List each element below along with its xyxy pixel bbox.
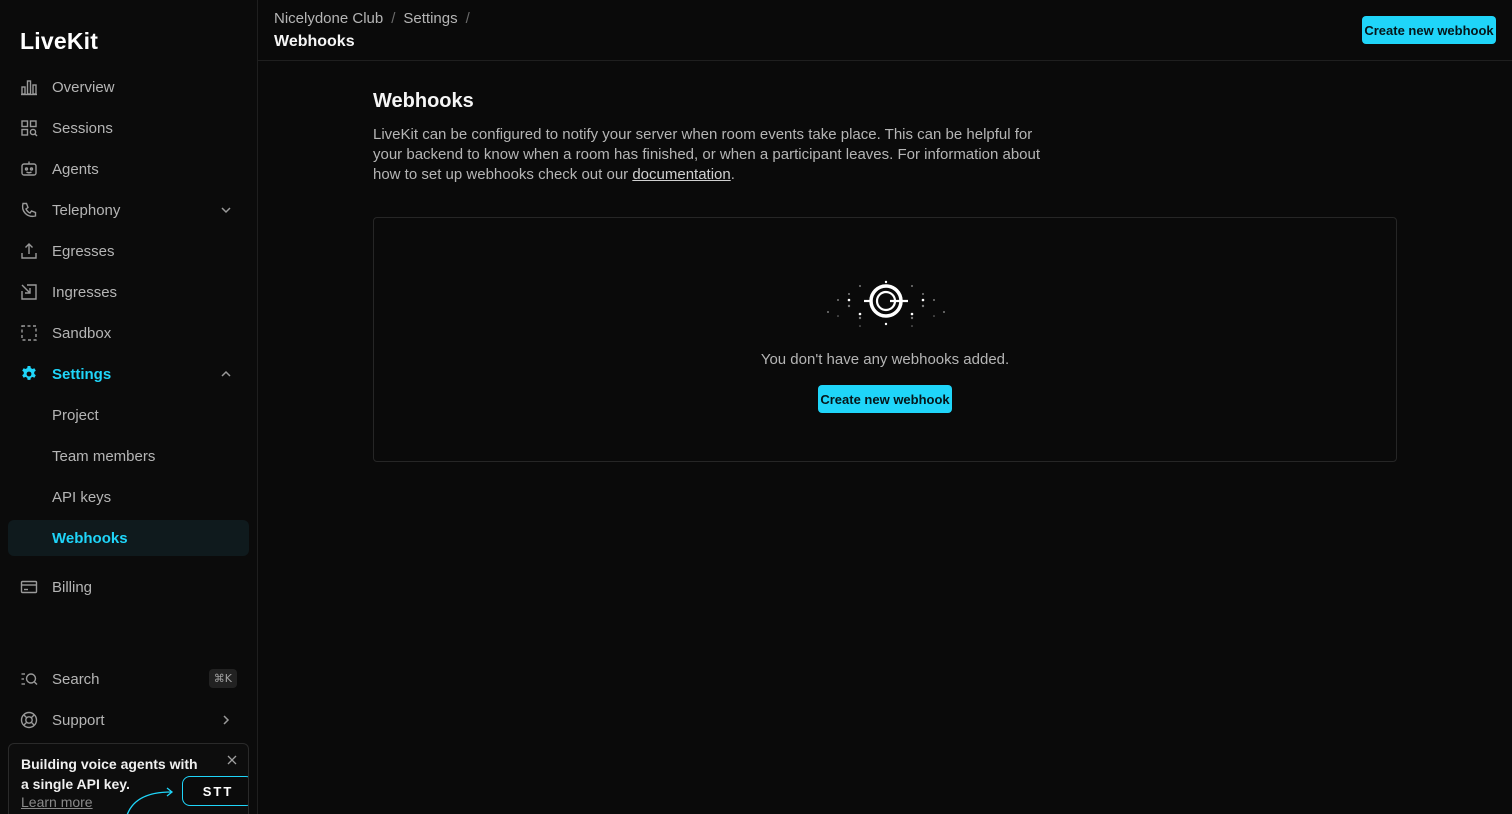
chevron-down-icon[interactable] bbox=[219, 203, 233, 217]
sidebar-item-label: Sandbox bbox=[52, 324, 112, 342]
sidebar-subitem-label: API keys bbox=[52, 488, 112, 506]
grid-search-icon bbox=[20, 119, 38, 137]
promo-stt-badge: STT bbox=[182, 776, 248, 806]
gear-icon bbox=[20, 365, 38, 383]
sidebar-item-label: Telephony bbox=[52, 201, 121, 219]
sidebar-subitem-label: Project bbox=[52, 406, 99, 424]
robot-icon bbox=[20, 160, 38, 178]
search-icon bbox=[20, 670, 38, 688]
sidebar: LiveKit Overview Sessions Agents Telepho… bbox=[0, 0, 258, 814]
sidebar-item-sandbox[interactable]: Sandbox bbox=[8, 315, 249, 351]
chevron-right-icon bbox=[219, 713, 233, 727]
sidebar-item-label: Billing bbox=[52, 578, 93, 596]
create-webhook-button[interactable]: Create new webhook bbox=[818, 385, 952, 413]
credit-card-icon bbox=[20, 578, 38, 596]
promo-card: Building voice agents with a single API … bbox=[8, 743, 249, 814]
promo-learn-more-link[interactable]: Learn more bbox=[21, 794, 93, 810]
documentation-link[interactable]: documentation bbox=[632, 166, 730, 183]
sidebar-subitem-label: Team members bbox=[52, 447, 156, 465]
sidebar-item-overview[interactable]: Overview bbox=[8, 69, 249, 105]
breadcrumb-item-settings[interactable]: Settings bbox=[403, 10, 457, 27]
sidebar-item-billing[interactable]: Billing bbox=[8, 569, 249, 605]
section-title: Webhooks bbox=[373, 90, 474, 112]
livekit-logo[interactable]: LiveKit bbox=[20, 28, 98, 55]
sidebar-item-telephony[interactable]: Telephony bbox=[8, 192, 249, 228]
breadcrumb: Nicelydone Club / Settings / bbox=[274, 10, 470, 27]
ingress-icon bbox=[20, 283, 38, 301]
search-shortcut-badge: ⌘K bbox=[208, 669, 237, 688]
sidebar-item-agents[interactable]: Agents bbox=[8, 151, 249, 187]
page-title: Webhooks bbox=[274, 33, 355, 50]
sidebar-subitem-webhooks[interactable]: Webhooks bbox=[8, 520, 249, 556]
section-description: LiveKit can be configured to notify your… bbox=[373, 125, 1053, 185]
support-label: Support bbox=[52, 711, 105, 729]
search-label: Search bbox=[52, 670, 100, 688]
phone-icon bbox=[20, 201, 38, 219]
sidebar-item-egresses[interactable]: Egresses bbox=[8, 233, 249, 269]
sidebar-subitem-label: Webhooks bbox=[52, 529, 128, 547]
sidebar-item-settings[interactable]: Settings bbox=[8, 356, 249, 392]
sidebar-item-ingresses[interactable]: Ingresses bbox=[8, 274, 249, 310]
create-webhook-button-header[interactable]: Create new webhook bbox=[1362, 16, 1496, 44]
sidebar-item-label: Ingresses bbox=[52, 283, 118, 301]
sandbox-icon bbox=[20, 324, 38, 342]
description-end: . bbox=[730, 166, 735, 183]
lifebuoy-icon bbox=[20, 711, 38, 729]
bar-chart-icon bbox=[20, 78, 38, 96]
app-root: LiveKit Overview Sessions Agents Telepho… bbox=[0, 0, 1512, 814]
sidebar-support[interactable]: Support bbox=[8, 702, 249, 738]
close-icon[interactable] bbox=[226, 754, 238, 766]
breadcrumb-separator: / bbox=[391, 10, 396, 27]
chevron-up-icon[interactable] bbox=[219, 367, 233, 381]
sidebar-item-label: Agents bbox=[52, 160, 99, 178]
empty-state-message: You don't have any webhooks added. bbox=[760, 351, 1010, 368]
webhook-icon bbox=[827, 280, 945, 327]
sidebar-item-label: Settings bbox=[52, 365, 112, 383]
sidebar-subitem-api-keys[interactable]: API keys bbox=[8, 479, 249, 515]
arrow-illustration bbox=[126, 787, 174, 814]
sidebar-item-sessions[interactable]: Sessions bbox=[8, 110, 249, 146]
top-header: Nicelydone Club / Settings / Webhooks Cr… bbox=[258, 0, 1512, 61]
empty-state-card: You don't have any webhooks added. Creat… bbox=[373, 217, 1397, 462]
sidebar-subitem-project[interactable]: Project bbox=[8, 397, 249, 433]
breadcrumb-item-project[interactable]: Nicelydone Club bbox=[274, 10, 383, 27]
sidebar-item-label: Egresses bbox=[52, 242, 115, 260]
sidebar-item-label: Sessions bbox=[52, 119, 113, 137]
upload-icon bbox=[20, 242, 38, 260]
sidebar-subitem-team-members[interactable]: Team members bbox=[8, 438, 249, 474]
sidebar-search[interactable]: Search ⌘K bbox=[8, 661, 249, 697]
breadcrumb-separator: / bbox=[465, 10, 470, 27]
sidebar-item-label: Overview bbox=[52, 78, 115, 96]
